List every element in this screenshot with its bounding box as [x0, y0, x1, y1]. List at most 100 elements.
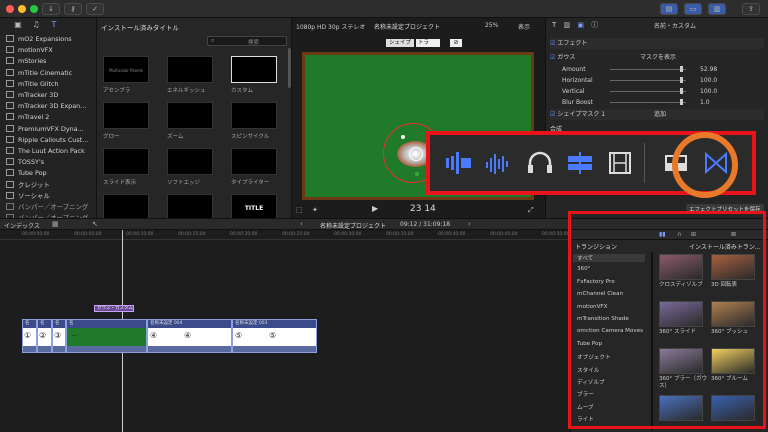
headphones-icon[interactable]: [522, 148, 558, 178]
transition-thumbnail[interactable]: [711, 348, 755, 374]
parameter-value[interactable]: 100.0: [700, 75, 717, 86]
library-item[interactable]: mTitle Glitch: [6, 79, 59, 90]
parameter-slider[interactable]: [610, 102, 686, 103]
shape-mask-row[interactable]: ☑ シェイプマスク 1 追加: [550, 109, 764, 120]
transition-category[interactable]: Tube Pop: [577, 341, 602, 347]
transition-thumbnail[interactable]: [659, 254, 703, 280]
parameter-slider[interactable]: [610, 80, 686, 81]
library-item[interactable]: Ripple Callouts Cust...: [6, 135, 88, 146]
effect-parameter-row[interactable]: Vertical 100.0: [550, 86, 764, 97]
title-thumbnail[interactable]: Multicolor Panels: [103, 56, 149, 83]
viewer-zoom[interactable]: 25%: [485, 22, 498, 29]
layout-timeline-icon[interactable]: ▭: [684, 3, 702, 15]
mask-handle[interactable]: [401, 135, 405, 139]
import-icon[interactable]: ↓: [42, 3, 60, 15]
library-item[interactable]: Tube Pop: [6, 168, 47, 179]
blur-effect-row[interactable]: ☑ ガウス マスクを表示: [550, 52, 764, 63]
save-preset-button[interactable]: エフェクトプリセットを保存: [686, 204, 764, 214]
title-thumbnail[interactable]: [103, 194, 149, 221]
library-item[interactable]: The Luut Action Pack: [6, 146, 85, 157]
installed-transitions-label[interactable]: インストール済みトラン...: [689, 242, 761, 251]
library-item[interactable]: PremiumVFX Dyna...: [6, 124, 84, 135]
transition-category[interactable]: すべて: [573, 254, 645, 262]
forward-icon[interactable]: ›: [468, 220, 471, 228]
headphones-icon[interactable]: ∩: [677, 231, 681, 238]
layout-library-icon[interactable]: ▤: [660, 3, 678, 15]
audio-meter-icon[interactable]: ▮▮: [659, 231, 666, 238]
slider-knob[interactable]: [680, 66, 683, 72]
shape-select[interactable]: トラッ...: [416, 39, 440, 54]
effect-parameter-row[interactable]: Horizontal 100.0: [550, 75, 764, 86]
skimming-icon[interactable]: [562, 148, 598, 178]
library-item[interactable]: mTracker 3D Expan...: [6, 101, 86, 112]
parameter-value[interactable]: 100.0: [700, 86, 717, 97]
title-thumbnail[interactable]: TITLE: [231, 194, 277, 221]
transition-category[interactable]: ムーブ: [577, 403, 593, 411]
search-input[interactable]: ⌕ 検索: [207, 36, 287, 46]
video-icon[interactable]: ▣: [577, 21, 584, 29]
library-item[interactable]: mTracker 3D: [6, 90, 58, 101]
library-item[interactable]: ソーシャル: [6, 191, 50, 202]
transition-category[interactable]: 360°: [577, 266, 590, 272]
title-thumbnail[interactable]: [231, 56, 277, 83]
back-icon[interactable]: ‹: [300, 220, 303, 228]
index-button[interactable]: インデックス: [4, 221, 40, 230]
shape-mask-mode[interactable]: 追加: [654, 109, 666, 120]
minimize-window-button[interactable]: [18, 5, 26, 13]
mask-handle[interactable]: [415, 172, 419, 176]
transition-category[interactable]: motionVFX: [577, 304, 607, 310]
crop-icon[interactable]: ⬚: [296, 206, 303, 214]
media-icon[interactable]: ▣: [12, 20, 24, 30]
parameter-value[interactable]: 1.0: [700, 97, 710, 108]
close-window-button[interactable]: [6, 5, 14, 13]
title-icon[interactable]: T: [552, 21, 556, 29]
library-item[interactable]: mTitle Cinematic: [6, 68, 72, 79]
title-thumbnail[interactable]: [167, 102, 213, 129]
transition-category[interactable]: ライト: [577, 415, 594, 423]
transition-category[interactable]: ブラー: [577, 390, 594, 398]
select-tool-icon[interactable]: ↖: [92, 220, 98, 228]
video-clip[interactable]: 名称未設定 003 ⑤ ⑤: [232, 319, 317, 353]
transition-category[interactable]: omction Camera Moves: [577, 328, 643, 334]
transition-category[interactable]: mTransition Shade: [577, 316, 629, 322]
transition-category[interactable]: FxFactory Pro: [577, 279, 615, 285]
mask-center-handle[interactable]: +: [409, 147, 423, 161]
video-clip[interactable]: 名③: [52, 319, 66, 353]
layout-inspector-icon[interactable]: ▥: [708, 3, 726, 15]
library-item[interactable]: motionVFX: [6, 45, 53, 56]
effects-section[interactable]: ☑ エフェクト: [550, 38, 764, 49]
transition-thumbnail[interactable]: [659, 395, 703, 421]
viewer-view-menu[interactable]: 表示: [518, 22, 530, 31]
clip-appearance-icon[interactable]: ▦: [52, 220, 59, 228]
parameter-slider[interactable]: [610, 69, 686, 70]
slider-knob[interactable]: [680, 99, 683, 105]
library-item[interactable]: mO2 Expansions: [6, 34, 72, 45]
title-thumbnail[interactable]: [103, 148, 149, 175]
title-thumbnail[interactable]: [103, 102, 149, 129]
transition-thumbnail[interactable]: [659, 301, 703, 327]
transition-thumbnail[interactable]: [659, 348, 703, 374]
parameter-value[interactable]: 52.98: [700, 64, 717, 75]
library-item[interactable]: mStories: [6, 56, 46, 67]
library-item[interactable]: バンパー／オープニング: [6, 202, 88, 213]
title-thumbnail[interactable]: [167, 56, 213, 83]
transitions-bowtie-icon[interactable]: [698, 148, 734, 178]
video-clip[interactable]: 名 --: [66, 319, 147, 353]
filmstrip-icon[interactable]: [602, 148, 638, 178]
play-icon[interactable]: ▶: [372, 204, 378, 213]
transition-category[interactable]: オブジェクト: [577, 353, 611, 361]
title-clip[interactable]: ガウス・カスタム: [94, 305, 134, 312]
info-icon[interactable]: ⓘ: [591, 21, 598, 29]
transition-thumbnail[interactable]: [711, 254, 755, 280]
effect-parameter-row[interactable]: Amount 52.98: [550, 64, 764, 75]
share-icon[interactable]: ⇪: [742, 3, 760, 15]
parameter-slider[interactable]: [610, 91, 686, 92]
audio-icon[interactable]: ♫: [30, 20, 42, 30]
slider-knob[interactable]: [680, 77, 683, 83]
video-clip[interactable]: 名①: [22, 319, 37, 353]
slider-knob[interactable]: [680, 88, 683, 94]
video-clip[interactable]: 名②: [37, 319, 52, 353]
library-item[interactable]: TOSSY's: [6, 157, 44, 168]
transition-thumbnail[interactable]: [711, 395, 755, 421]
transition-category[interactable]: mChannel Clean: [577, 291, 623, 297]
